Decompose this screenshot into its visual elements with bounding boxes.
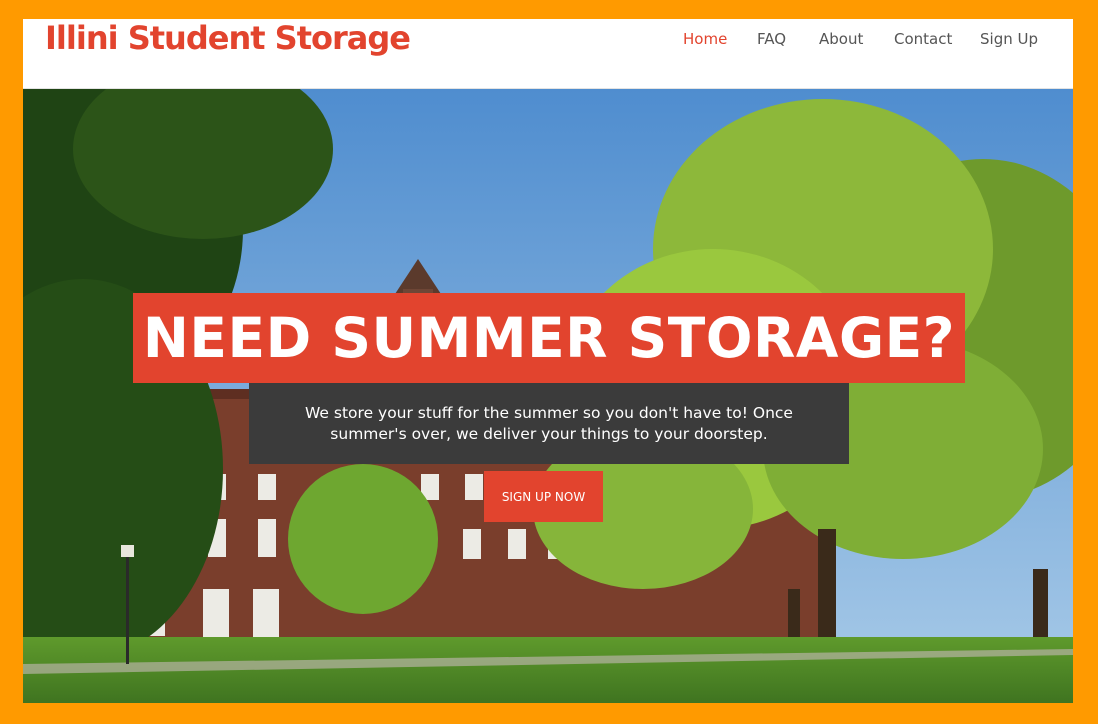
hero-section: NEED SUMMER STORAGE? We store your stuff… [23, 89, 1073, 703]
nav-item-contact[interactable]: Contact [894, 30, 952, 48]
hero-subtext: We store your stuff for the summer so yo… [305, 403, 793, 443]
nav-item-faq[interactable]: FAQ [757, 30, 786, 48]
headline-banner: NEED SUMMER STORAGE? [133, 293, 965, 383]
page-frame: Illini Student Storage Home FAQ About Co… [23, 19, 1073, 703]
hero-subtext-box: We store your stuff for the summer so yo… [249, 383, 849, 464]
header: Illini Student Storage Home FAQ About Co… [23, 19, 1073, 89]
nav-item-home[interactable]: Home [683, 30, 727, 48]
site-logo[interactable]: Illini Student Storage [45, 19, 411, 57]
nav-item-sign-up[interactable]: Sign Up [980, 30, 1038, 48]
hero-headline: NEED SUMMER STORAGE? [142, 306, 956, 370]
sign-up-now-button[interactable]: SIGN UP NOW [484, 471, 603, 522]
nav-item-about[interactable]: About [819, 30, 863, 48]
